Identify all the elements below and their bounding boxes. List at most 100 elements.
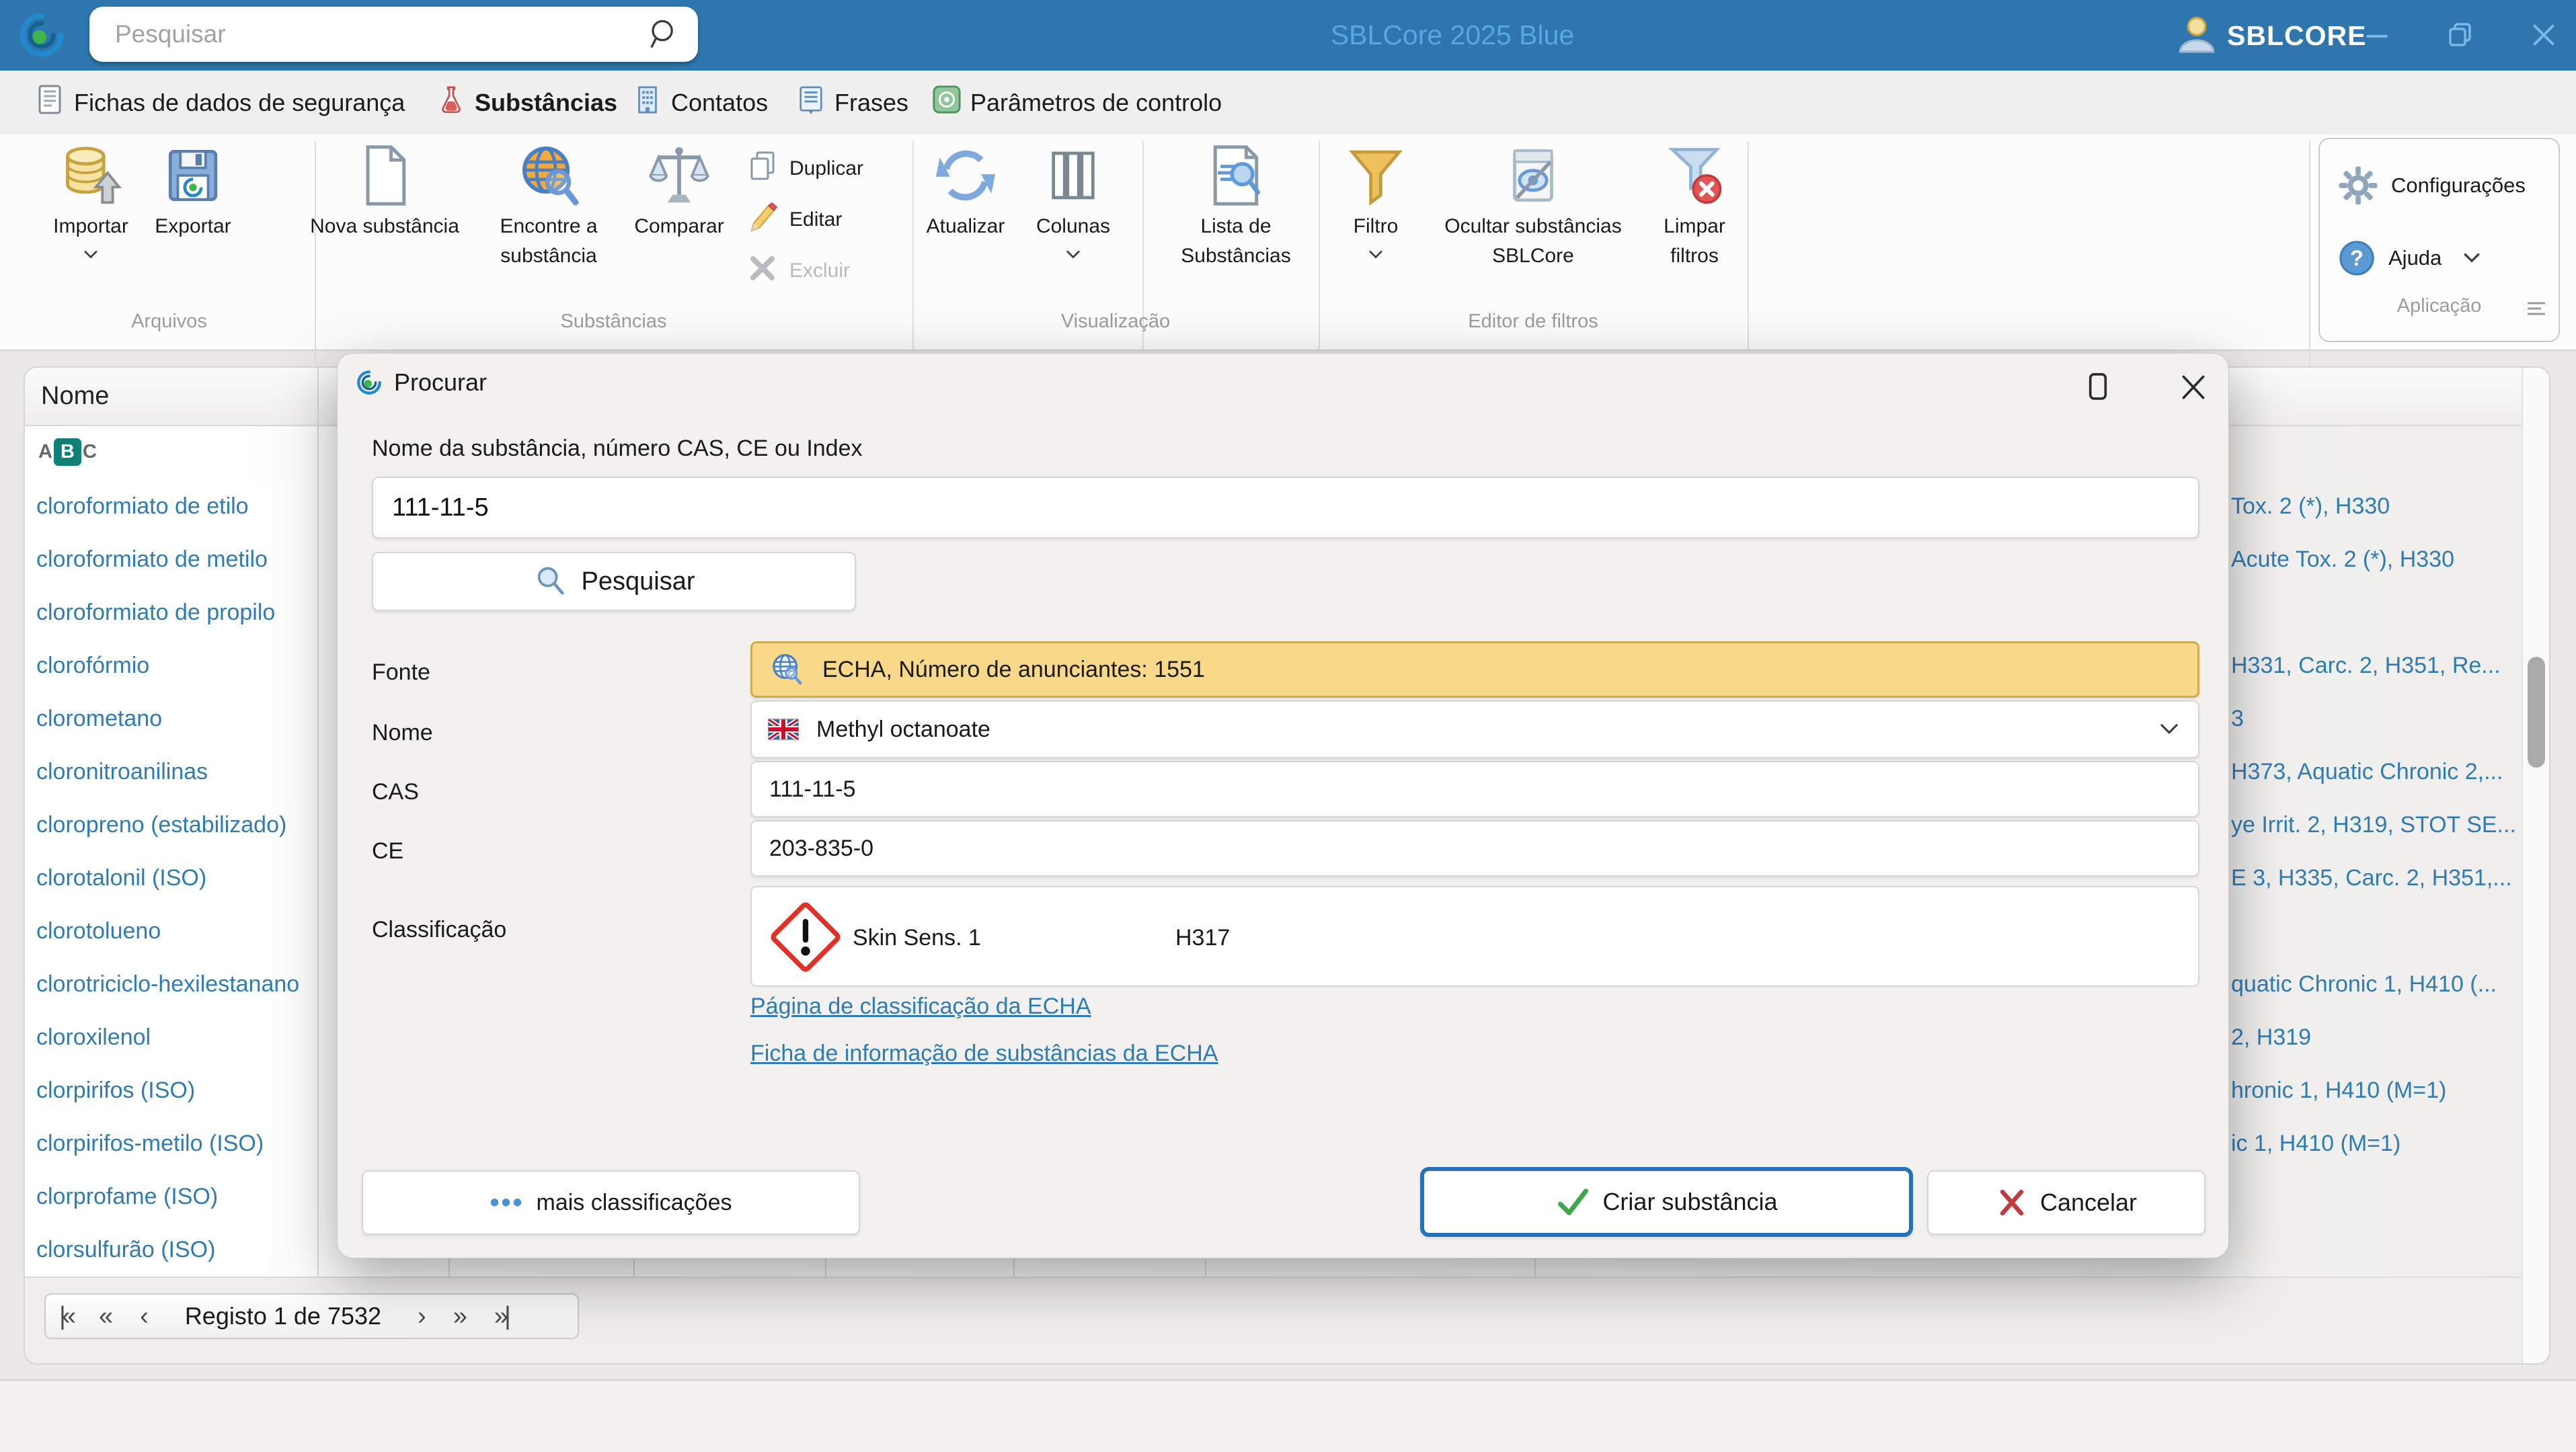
dialog-maximize-button[interactable] — [2082, 370, 2113, 408]
user-name: SBLCORE — [2227, 19, 2367, 51]
tab-frases[interactable]: Frases — [795, 71, 908, 134]
tab-label: Contatos — [671, 88, 769, 116]
group-options-icon[interactable] — [2525, 299, 2548, 321]
scrollbar-thumb[interactable] — [2528, 657, 2545, 768]
red-x-icon — [2000, 1189, 2024, 1216]
tab-label: Frases — [834, 88, 909, 116]
ribbon: Importar Exportar Nova substância Encont… — [0, 134, 2576, 469]
limpar-filtros-button[interactable]: Limpar filtros — [1644, 141, 1745, 269]
list-search-icon — [1159, 141, 1313, 210]
configuracoes-button[interactable]: Configurações — [2337, 165, 2526, 206]
cas-field[interactable]: 111-11-5 — [750, 761, 2199, 817]
exportar-button[interactable]: Exportar — [136, 141, 250, 273]
fast-next-button[interactable]: » — [440, 1302, 481, 1331]
colunas-button[interactable]: Colunas — [1023, 141, 1123, 273]
chevron-down-icon — [1325, 243, 1426, 273]
duplicar-button[interactable]: Duplicar — [746, 149, 863, 188]
dialog-title: Procurar — [394, 368, 487, 396]
fonte-field[interactable]: ECHA, Número de anunciantes: 1551 — [750, 641, 2199, 698]
criar-substancia-button[interactable]: Criar substância — [1420, 1167, 1913, 1237]
lista-substancias-button[interactable]: Lista de Substâncias — [1159, 141, 1313, 269]
classificacao-label: Classificação — [372, 917, 507, 942]
group-label-visualizacao: Visualização — [1060, 311, 1171, 332]
classification-hcode: H317 — [1175, 925, 1231, 951]
chevron-down-icon — [2462, 251, 2482, 266]
app-logo-icon — [16, 9, 67, 64]
dialog-close-button[interactable] — [2178, 370, 2209, 408]
gear-icon — [2337, 165, 2379, 206]
encontre-substancia-button[interactable]: Encontre a substância — [481, 141, 616, 269]
new-document-icon — [290, 141, 479, 210]
echa-infocard-link[interactable]: Ficha de informação de substâncias da EC… — [750, 1041, 1218, 1067]
tab-fichas-de-dados[interactable]: Fichas de dados de segurança — [34, 71, 405, 134]
window-title: SBLCore 2025 Blue — [1330, 19, 1575, 50]
aplicacao-group: Configurações ? Ajuda Aplicação — [2318, 138, 2560, 342]
ce-label: CE — [372, 838, 404, 864]
nome-dropdown[interactable]: Methyl octanoate — [750, 700, 2199, 758]
column-divider — [317, 368, 319, 1277]
echa-classification-link[interactable]: Página de classificação da ECHA — [750, 994, 1091, 1020]
check-icon — [1558, 1188, 1589, 1215]
clear-filter-icon — [1644, 141, 1745, 210]
nova-substancia-button[interactable]: Nova substância — [290, 141, 479, 273]
group-label-aplicacao: Aplicação — [2396, 295, 2482, 317]
last-record-button[interactable]: »| — [481, 1302, 520, 1331]
help-icon: ? — [2337, 239, 2376, 278]
pesquisar-button[interactable]: Pesquisar — [372, 552, 856, 611]
search-icon[interactable] — [644, 17, 679, 52]
record-counter: Registo 1 de 7532 — [184, 1302, 382, 1330]
procurar-dialog: Procurar Nome da substância, número CAS,… — [337, 353, 2229, 1258]
export-floppy-icon — [136, 141, 250, 210]
prev-record-button[interactable]: ‹ — [126, 1302, 162, 1331]
globe-search-icon — [769, 651, 805, 688]
chevron-down-icon[interactable] — [2158, 721, 2181, 737]
user-account[interactable]: SBLCORE — [2176, 13, 2366, 58]
first-record-button[interactable]: |« — [46, 1302, 85, 1331]
global-search-input[interactable] — [114, 19, 644, 49]
titlebar: SBLCore 2025 Blue SBLCORE — [0, 0, 2576, 71]
ocultar-substancias-button[interactable]: Ocultar substâncias SBLCore — [1422, 141, 1644, 269]
more-dots-icon: ••• — [490, 1187, 524, 1217]
editar-button[interactable]: Editar — [746, 200, 842, 239]
module-tabbar: Fichas de dados de segurança Substâncias… — [0, 71, 2576, 203]
import-database-icon — [34, 141, 148, 210]
restore-button[interactable] — [2437, 15, 2485, 55]
building-icon — [632, 83, 671, 122]
more-classifications-button[interactable]: ••• mais classificações — [362, 1170, 860, 1235]
fonte-value: ECHA, Número de anunciantes: 1551 — [822, 656, 1205, 682]
fast-prev-button[interactable]: « — [85, 1302, 126, 1331]
abc-filter-icon: ABC — [38, 438, 97, 466]
minimize-button[interactable] — [2353, 15, 2401, 55]
group-label-substancias: Substâncias — [560, 311, 667, 332]
cas-value: 111-11-5 — [769, 776, 856, 802]
tab-label: Fichas de dados de segurança — [74, 88, 405, 116]
tab-parametros[interactable]: Parâmetros de controlo — [931, 71, 1222, 134]
atualizar-button[interactable]: Atualizar — [909, 141, 1022, 273]
column-divider — [633, 1258, 635, 1277]
importar-button[interactable]: Importar — [34, 141, 148, 273]
next-record-button[interactable]: › — [404, 1302, 440, 1331]
vertical-scrollbar[interactable] — [2522, 368, 2549, 1363]
classification-box: Skin Sens. 1 H317 — [750, 886, 2199, 987]
search-icon — [537, 567, 564, 595]
close-button[interactable] — [2520, 15, 2567, 55]
ce-field[interactable]: 203-835-0 — [750, 820, 2199, 877]
nome-label: Nome — [372, 720, 433, 745]
filtro-button[interactable]: Filtro — [1325, 141, 1426, 273]
sds-document-icon — [34, 83, 74, 122]
cancelar-button[interactable]: Cancelar — [1927, 1170, 2206, 1235]
delete-x-icon — [746, 252, 789, 290]
columns-icon — [1023, 141, 1123, 210]
classification-name: Skin Sens. 1 — [853, 925, 981, 951]
group-label-arquivos: Arquivos — [131, 311, 207, 332]
query-input[interactable] — [391, 492, 2181, 523]
column-header-nome[interactable]: Nome — [41, 368, 109, 425]
tab-contatos[interactable]: Contatos — [632, 71, 768, 134]
control-target-icon — [931, 84, 970, 121]
ajuda-button[interactable]: ? Ajuda — [2337, 239, 2482, 278]
column-divider — [825, 1258, 826, 1277]
comparar-button[interactable]: Comparar — [617, 141, 742, 273]
filter-funnel-icon — [1325, 141, 1426, 210]
tab-substancias[interactable]: Substâncias — [436, 71, 617, 134]
excluir-button: Excluir — [746, 251, 850, 290]
